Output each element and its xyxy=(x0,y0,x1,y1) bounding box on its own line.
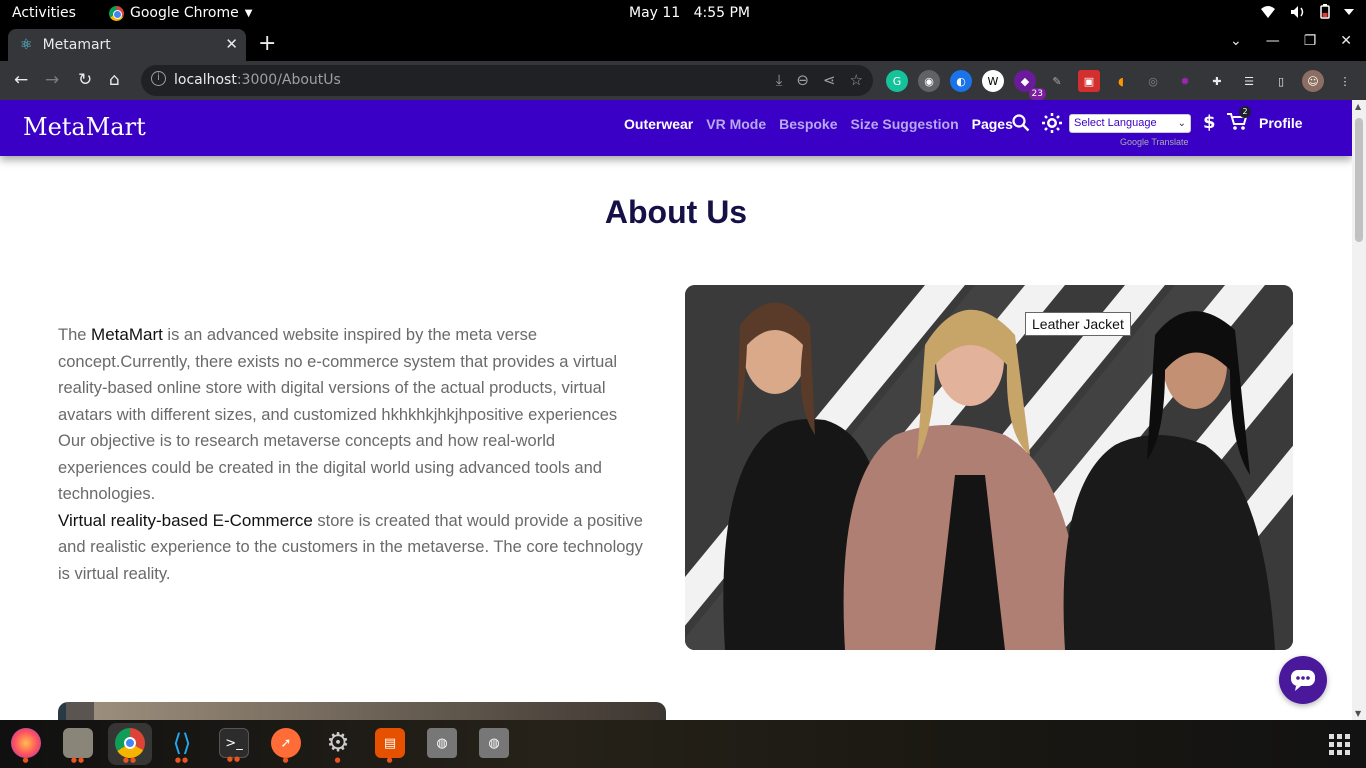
about-description: The MetaMart is an advanced website insp… xyxy=(58,322,648,587)
leather-jacket-image xyxy=(685,285,1293,650)
install-icon[interactable]: ⤓ xyxy=(776,71,783,89)
chat-button[interactable] xyxy=(1279,656,1327,704)
reading-list-icon[interactable]: ☰ xyxy=(1238,70,1260,92)
chrome-dock-icon[interactable]: ●● xyxy=(115,728,145,764)
system-top-bar: Activities Google Chrome ▼ May 11 4:55 P… xyxy=(0,0,1366,27)
extension-red-icon[interactable]: ▣ xyxy=(1078,70,1100,92)
page-scrollbar[interactable]: ▲ ▼ xyxy=(1352,100,1366,720)
minimize-icon[interactable]: — xyxy=(1266,33,1280,49)
extension-gear-icon[interactable]: ✹ xyxy=(1174,70,1196,92)
battery-icon xyxy=(1320,4,1330,19)
browser-toolbar: ← → ↻ ⌂ i localhost:3000/AboutUs ⤓ ⊖ ⋖ ☆… xyxy=(0,61,1366,100)
wifi-icon xyxy=(1261,5,1275,18)
about-text-intro: The xyxy=(58,326,92,344)
language-select-value: Select Language xyxy=(1074,117,1157,129)
extensions-row: G ◉ ◐ W ◆ 23 ✎ ▣ ◖ ◎ ✹ ✚ ☰ ▯ ☺ ⋮ xyxy=(886,70,1356,100)
nav-vr-mode[interactable]: VR Mode xyxy=(706,116,766,132)
site-info-icon[interactable]: i xyxy=(151,71,166,86)
power-menu-icon xyxy=(1344,8,1354,15)
chevron-down-icon: ▼ xyxy=(244,7,253,19)
app-name: Google Chrome xyxy=(130,5,239,21)
google-translate-credit[interactable]: Google Translate xyxy=(1120,137,1189,147)
scroll-down-icon[interactable]: ▼ xyxy=(1355,709,1361,718)
extension-purple-icon[interactable]: ◆ 23 xyxy=(1014,70,1046,100)
pen-icon[interactable]: ✎ xyxy=(1046,70,1068,92)
forward-icon[interactable]: → xyxy=(45,70,59,90)
web-page: MetaMart Outerwear VR Mode Bespoke Size … xyxy=(0,100,1352,720)
maximize-icon[interactable]: ❐ xyxy=(1304,33,1317,49)
bookmark-star-icon[interactable]: ☆ xyxy=(850,71,863,89)
postman-icon[interactable]: ➚ ● xyxy=(271,728,301,764)
nav-pages[interactable]: Pages xyxy=(972,116,1013,132)
nav-outerwear[interactable]: Outerwear xyxy=(624,116,693,132)
camera-icon[interactable]: ◉ xyxy=(918,70,940,92)
settings-icon[interactable]: ⚙ ● xyxy=(323,728,353,764)
app-menu[interactable]: Google Chrome ▼ xyxy=(109,5,252,21)
image-tooltip: Leather Jacket xyxy=(1025,312,1131,336)
more-menu-icon[interactable]: ⋮ xyxy=(1334,70,1356,92)
page-title: About Us xyxy=(604,194,748,230)
about-text-body: is an advanced website inspired by the m… xyxy=(58,326,618,503)
disk-icon-2[interactable]: ◍ xyxy=(479,728,509,758)
search-icon[interactable] xyxy=(1012,114,1030,132)
date-text: May 11 xyxy=(629,5,681,21)
activities-button[interactable]: Activities xyxy=(12,5,76,21)
vr-ecommerce-highlight: Virtual reality-based E-Commerce xyxy=(58,510,313,530)
taskbar-dock: ● ●● ●● ⟨⟩ ●● >_ ●● ➚ ● ⚙ ● ▤ ● ◍ ◍ xyxy=(0,720,1366,768)
tab-title: Metamart xyxy=(42,37,111,53)
scroll-up-icon[interactable]: ▲ xyxy=(1355,102,1361,111)
vscode-icon[interactable]: ⟨⟩ ●● xyxy=(167,728,197,764)
time-text: 4:55 PM xyxy=(693,5,750,21)
profile-link[interactable]: Profile xyxy=(1259,115,1303,131)
show-apps-icon[interactable] xyxy=(1329,734,1350,755)
puzzle-icon[interactable]: ✚ xyxy=(1206,70,1228,92)
react-icon: ⚛ xyxy=(20,37,33,53)
files-icon[interactable]: ●● xyxy=(63,728,93,764)
address-bar[interactable]: i localhost:3000/AboutUs ⤓ ⊖ ⋖ ☆ xyxy=(141,65,873,96)
impress-icon[interactable]: ▤ ● xyxy=(375,728,405,764)
clock[interactable]: May 11 4:55 PM xyxy=(629,5,750,21)
reload-icon[interactable]: ↻ xyxy=(78,70,92,90)
secondary-image xyxy=(58,702,666,720)
chrome-icon xyxy=(109,5,124,21)
new-tab-button[interactable]: + xyxy=(258,31,276,56)
extension-circle-icon[interactable]: ◎ xyxy=(1142,70,1164,92)
chevron-down-icon: ⌄ xyxy=(1177,118,1186,129)
extension-w-icon[interactable]: W xyxy=(982,70,1004,92)
window-controls: ⌄ — ❐ ✕ xyxy=(1230,33,1352,49)
brand-highlight: MetaMart xyxy=(91,325,163,344)
close-icon[interactable]: ✕ xyxy=(225,35,238,53)
chat-icon xyxy=(1291,670,1315,691)
nav-size-suggestion[interactable]: Size Suggestion xyxy=(851,116,959,132)
volume-icon xyxy=(1291,5,1304,18)
back-icon[interactable]: ← xyxy=(14,70,28,90)
cart-count-badge: 2 xyxy=(1239,106,1251,118)
zoom-icon[interactable]: ⊖ xyxy=(796,71,809,89)
theme-toggle-icon[interactable] xyxy=(1041,112,1063,134)
share-icon[interactable]: ⋖ xyxy=(823,71,836,89)
home-icon[interactable]: ⌂ xyxy=(109,70,120,90)
nav-bespoke[interactable]: Bespoke xyxy=(779,116,837,132)
system-tray[interactable] xyxy=(1260,4,1354,19)
language-select[interactable]: Select Language ⌄ xyxy=(1069,114,1191,133)
disk-icon[interactable]: ◍ xyxy=(427,728,457,758)
extension-blue-icon[interactable]: ◐ xyxy=(950,70,972,92)
side-panel-icon[interactable]: ▯ xyxy=(1270,70,1292,92)
currency-icon[interactable]: $ xyxy=(1203,112,1216,133)
nav-links: Outerwear VR Mode Bespoke Size Suggestio… xyxy=(624,116,1013,132)
avatar[interactable]: ☺ xyxy=(1302,70,1324,92)
brand-logo[interactable]: MetaMart xyxy=(23,113,146,141)
scroll-thumb[interactable] xyxy=(1355,118,1363,242)
extension-orange-icon[interactable]: ◖ xyxy=(1110,70,1132,92)
models-illustration xyxy=(685,285,1293,650)
grammarly-icon[interactable]: G xyxy=(886,70,908,92)
site-navbar: MetaMart Outerwear VR Mode Bespoke Size … xyxy=(0,100,1352,156)
url-text[interactable]: localhost:3000/AboutUs xyxy=(174,72,341,88)
tab-metamart[interactable]: ⚛ Metamart ✕ xyxy=(8,29,246,61)
tab-strip: ⚛ Metamart ✕ + ⌄ — ❐ ✕ xyxy=(0,27,1366,61)
tab-search-icon[interactable]: ⌄ xyxy=(1230,33,1242,49)
firefox-icon[interactable]: ● xyxy=(11,728,41,764)
terminal-icon[interactable]: >_ ●● xyxy=(219,728,249,763)
close-window-icon[interactable]: ✕ xyxy=(1340,33,1352,49)
